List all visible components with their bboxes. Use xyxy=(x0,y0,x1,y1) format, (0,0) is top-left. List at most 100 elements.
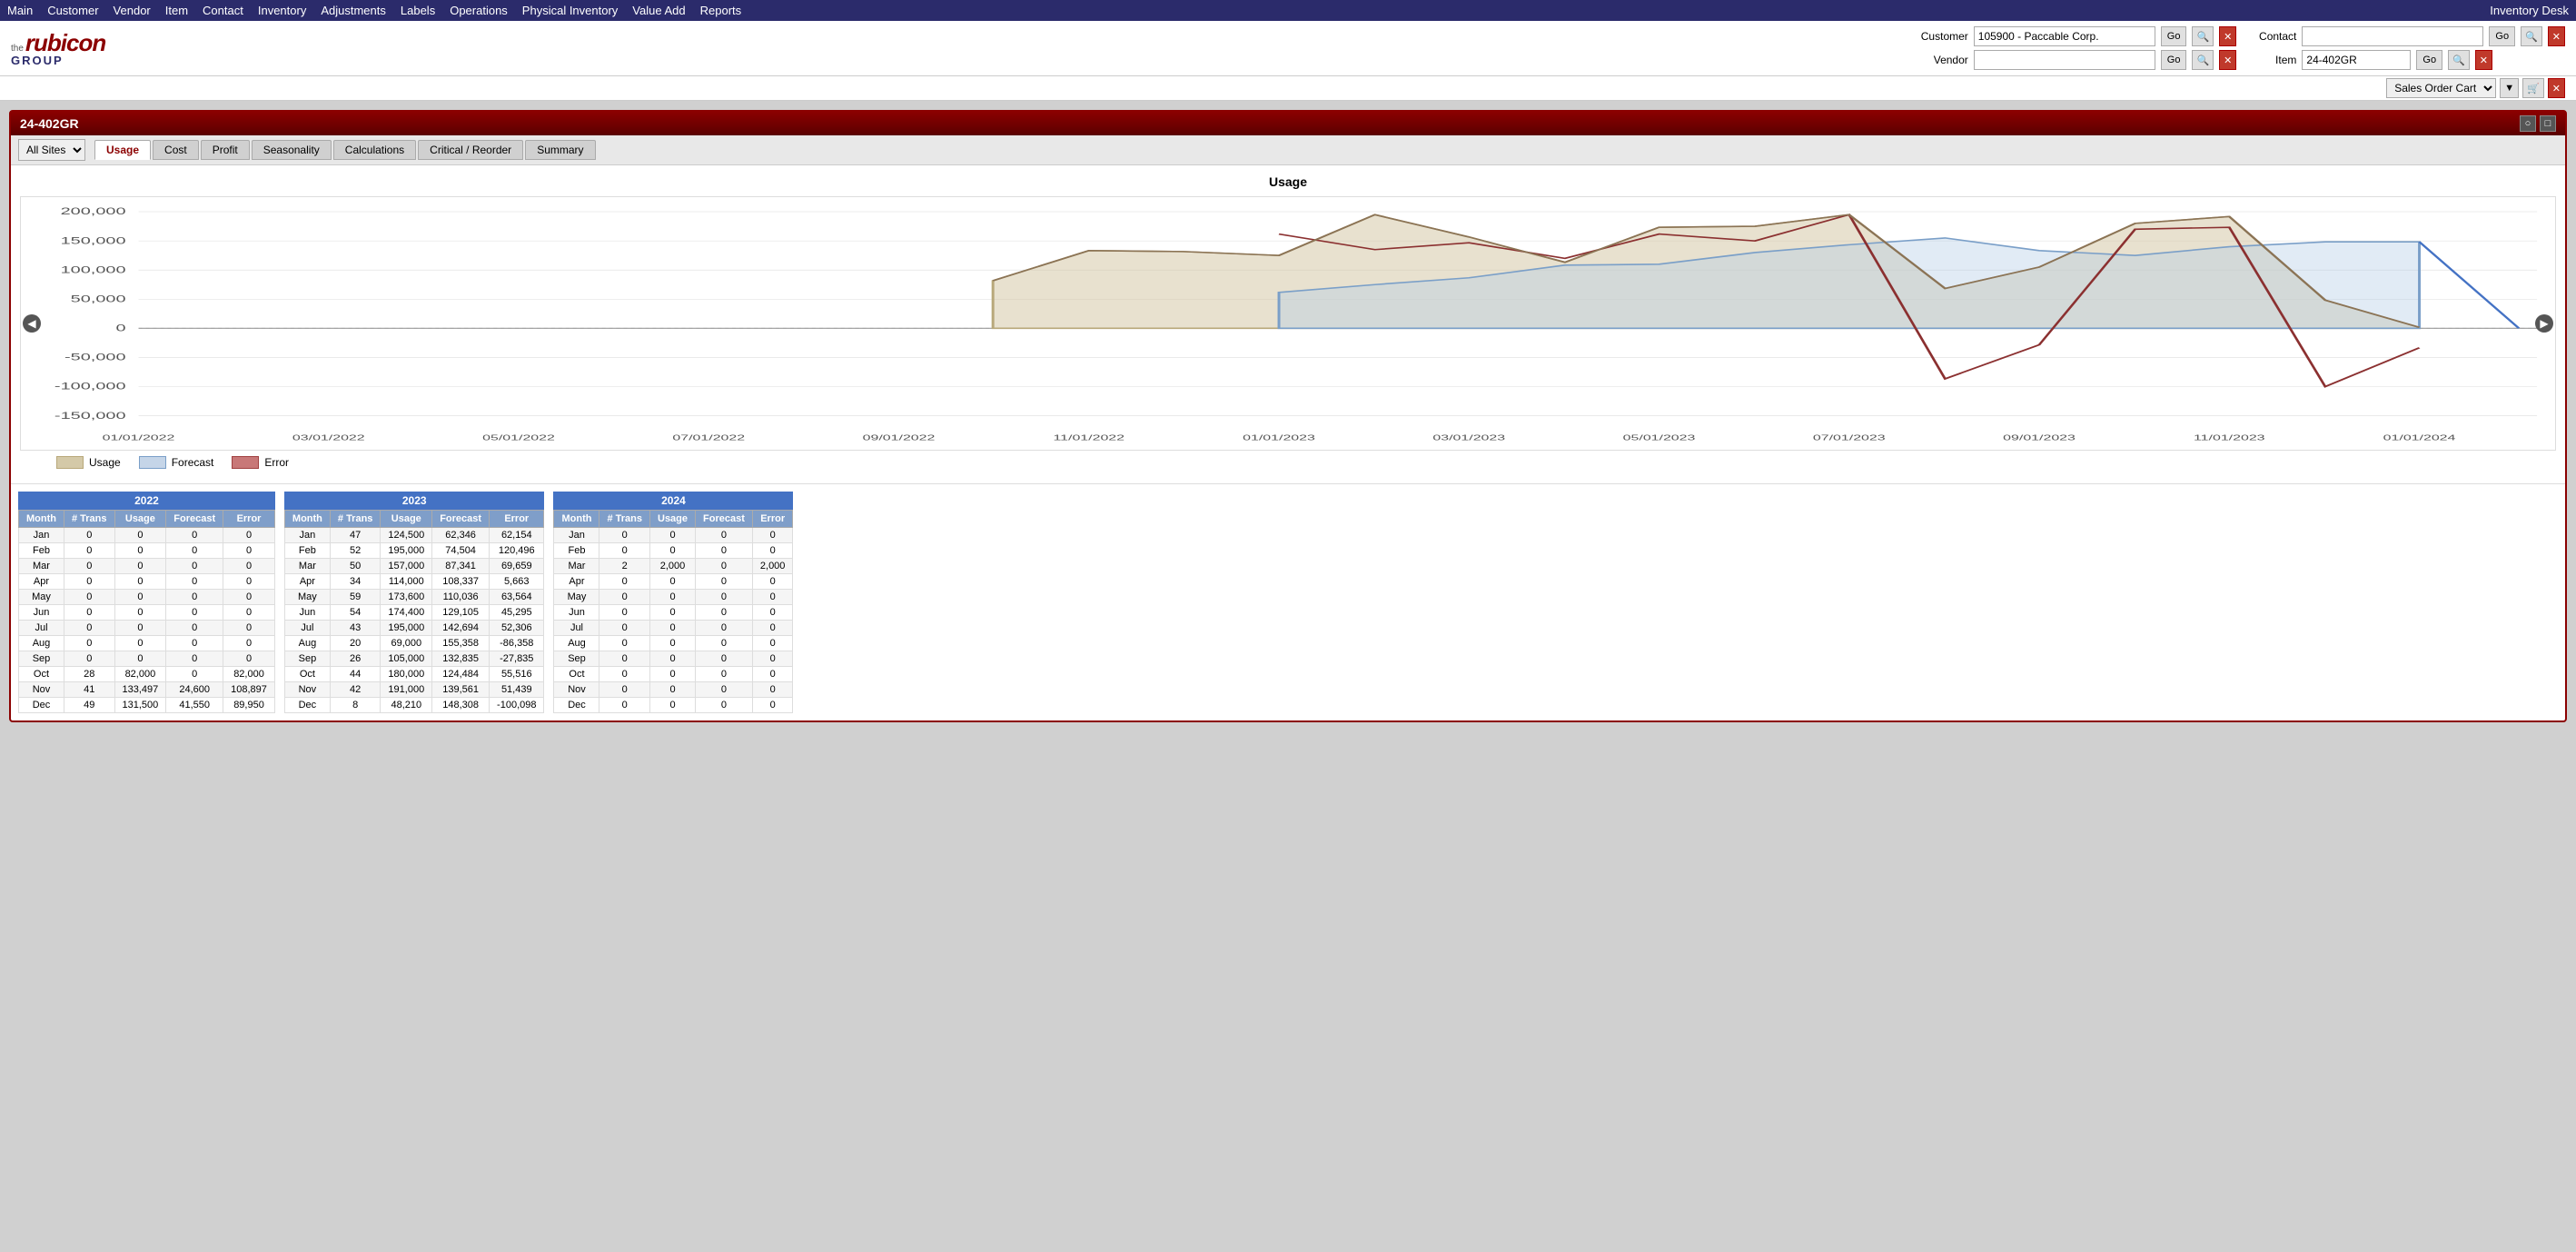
customer-row: Customer Go 🔍 ✕ Contact Go 🔍 ✕ xyxy=(1914,26,2565,46)
table-row: May0000 xyxy=(19,590,275,605)
svg-text:0: 0 xyxy=(116,323,126,333)
tab-profit[interactable]: Profit xyxy=(201,140,250,160)
table-row: Aug0000 xyxy=(554,636,793,651)
nav-reports[interactable]: Reports xyxy=(700,4,742,17)
nav-inventory[interactable]: Inventory xyxy=(258,4,306,17)
svg-text:07/01/2023: 07/01/2023 xyxy=(1813,432,1886,442)
table-row: Feb52195,00074,504120,496 xyxy=(284,543,544,559)
chart-area: Usage ◀ 200,000 150,000 100,000 50,000 0… xyxy=(11,165,2565,484)
customer-search-icon[interactable]: 🔍 xyxy=(2192,26,2214,46)
contact-input[interactable] xyxy=(2302,26,2483,46)
chart-left-button[interactable]: ◀ xyxy=(23,314,41,333)
item-label: Item xyxy=(2242,54,2296,66)
nav-physical-inventory[interactable]: Physical Inventory xyxy=(522,4,619,17)
svg-text:03/01/2023: 03/01/2023 xyxy=(1432,432,1505,442)
svg-text:-100,000: -100,000 xyxy=(54,382,126,392)
tables-row: 2022 Month # Trans Usage Forecast Error … xyxy=(18,492,2558,713)
customer-clear-button[interactable]: ✕ xyxy=(2219,26,2236,46)
tabs-row: All Sites Usage Cost Profit Seasonality … xyxy=(11,135,2565,165)
panel-title: 24-402GR xyxy=(20,116,79,131)
tab-usage[interactable]: Usage xyxy=(94,140,151,160)
svg-text:-50,000: -50,000 xyxy=(64,353,126,363)
table-row: Dec848,210148,308-100,098 xyxy=(284,698,544,713)
col-trans-2022: # Trans xyxy=(64,511,114,528)
nav-vendor[interactable]: Vendor xyxy=(114,4,151,17)
nav-value-add[interactable]: Value Add xyxy=(632,4,685,17)
logo: the rubicon GROUP xyxy=(11,29,105,67)
item-go-button[interactable]: Go xyxy=(2416,50,2442,70)
svg-text:50,000: 50,000 xyxy=(71,294,126,304)
table-row: Nov42191,000139,56151,439 xyxy=(284,682,544,698)
item-clear-button[interactable]: ✕ xyxy=(2475,50,2492,70)
nav-menu: Main Customer Vendor Item Contact Invent… xyxy=(7,4,741,17)
col-month-2022: Month xyxy=(19,511,64,528)
nav-main[interactable]: Main xyxy=(7,4,33,17)
cart-dropdown-button[interactable]: ▼ xyxy=(2500,78,2519,98)
header-fields: Customer Go 🔍 ✕ Contact Go 🔍 ✕ Vendor Go… xyxy=(1914,26,2565,70)
nav-labels[interactable]: Labels xyxy=(401,4,435,17)
table-row: Jan0000 xyxy=(19,528,275,543)
vendor-search-icon[interactable]: 🔍 xyxy=(2192,50,2214,70)
table-row: May0000 xyxy=(554,590,793,605)
svg-text:200,000: 200,000 xyxy=(61,207,126,217)
cart-clear-button[interactable]: ✕ xyxy=(2548,78,2565,98)
contact-clear-button[interactable]: ✕ xyxy=(2548,26,2565,46)
nav-operations[interactable]: Operations xyxy=(450,4,508,17)
chart-container: ◀ 200,000 150,000 100,000 50,000 0 -50,0… xyxy=(20,196,2556,451)
legend-usage-box xyxy=(56,456,84,469)
sites-select[interactable]: All Sites xyxy=(18,139,85,161)
item-search-icon[interactable]: 🔍 xyxy=(2448,50,2470,70)
main-content: 24-402GR ○ □ All Sites Usage Cost Profit… xyxy=(0,101,2576,731)
svg-text:100,000: 100,000 xyxy=(61,265,126,275)
tab-calculations[interactable]: Calculations xyxy=(333,140,416,160)
nav-adjustments[interactable]: Adjustments xyxy=(321,4,386,17)
vendor-clear-button[interactable]: ✕ xyxy=(2219,50,2236,70)
customer-go-button[interactable]: Go xyxy=(2161,26,2187,46)
table-row: Jan0000 xyxy=(554,528,793,543)
svg-text:05/01/2023: 05/01/2023 xyxy=(1623,432,1696,442)
tab-summary[interactable]: Summary xyxy=(525,140,595,160)
customer-label: Customer xyxy=(1914,30,1968,43)
svg-text:05/01/2022: 05/01/2022 xyxy=(482,432,555,442)
tab-cost[interactable]: Cost xyxy=(153,140,199,160)
tab-seasonality[interactable]: Seasonality xyxy=(252,140,332,160)
table-2022-container: 2022 Month # Trans Usage Forecast Error … xyxy=(18,492,275,713)
table-row: Sep26105,000132,835-27,835 xyxy=(284,651,544,667)
col-month-2024: Month xyxy=(554,511,599,528)
tab-critical-reorder[interactable]: Critical / Reorder xyxy=(418,140,523,160)
table-row: Mar0000 xyxy=(19,559,275,574)
cart-select[interactable]: Sales Order Cart xyxy=(2386,78,2496,98)
col-forecast-2023: Forecast xyxy=(432,511,490,528)
item-input[interactable] xyxy=(2302,50,2411,70)
svg-text:01/01/2023: 01/01/2023 xyxy=(1243,432,1315,442)
logo-the-text: the xyxy=(11,44,24,54)
vendor-go-button[interactable]: Go xyxy=(2161,50,2187,70)
vendor-input[interactable] xyxy=(1974,50,2155,70)
cart-icon-button[interactable]: 🛒 xyxy=(2522,78,2544,98)
panel-maximize-button[interactable]: □ xyxy=(2540,115,2556,132)
customer-input[interactable] xyxy=(1974,26,2155,46)
table-2023: Month # Trans Usage Forecast Error Jan47… xyxy=(284,510,545,713)
contact-search-icon[interactable]: 🔍 xyxy=(2521,26,2542,46)
chart-svg: 200,000 150,000 100,000 50,000 0 -50,000… xyxy=(21,197,2555,450)
nav-item[interactable]: Item xyxy=(165,4,188,17)
table-row: Feb0000 xyxy=(554,543,793,559)
table-2023-container: 2023 Month # Trans Usage Forecast Error … xyxy=(284,492,545,713)
col-forecast-2022: Forecast xyxy=(166,511,223,528)
svg-text:03/01/2022: 03/01/2022 xyxy=(292,432,365,442)
table-row: Apr34114,000108,3375,663 xyxy=(284,574,544,590)
table-row: Dec49131,50041,55089,950 xyxy=(19,698,275,713)
panel-controls: ○ □ xyxy=(2520,115,2556,132)
nav-contact[interactable]: Contact xyxy=(203,4,243,17)
nav-right-label: Inventory Desk xyxy=(2490,4,2569,17)
svg-text:150,000: 150,000 xyxy=(61,236,126,246)
chart-right-button[interactable]: ▶ xyxy=(2535,314,2553,333)
year-2023-header: 2023 xyxy=(284,492,545,510)
col-trans-2023: # Trans xyxy=(330,511,381,528)
contact-go-button[interactable]: Go xyxy=(2489,26,2515,46)
col-usage-2024: Usage xyxy=(650,511,696,528)
panel-minimize-button[interactable]: ○ xyxy=(2520,115,2536,132)
nav-customer[interactable]: Customer xyxy=(47,4,98,17)
table-row: Jul43195,000142,69452,306 xyxy=(284,621,544,636)
col-forecast-2024: Forecast xyxy=(696,511,753,528)
